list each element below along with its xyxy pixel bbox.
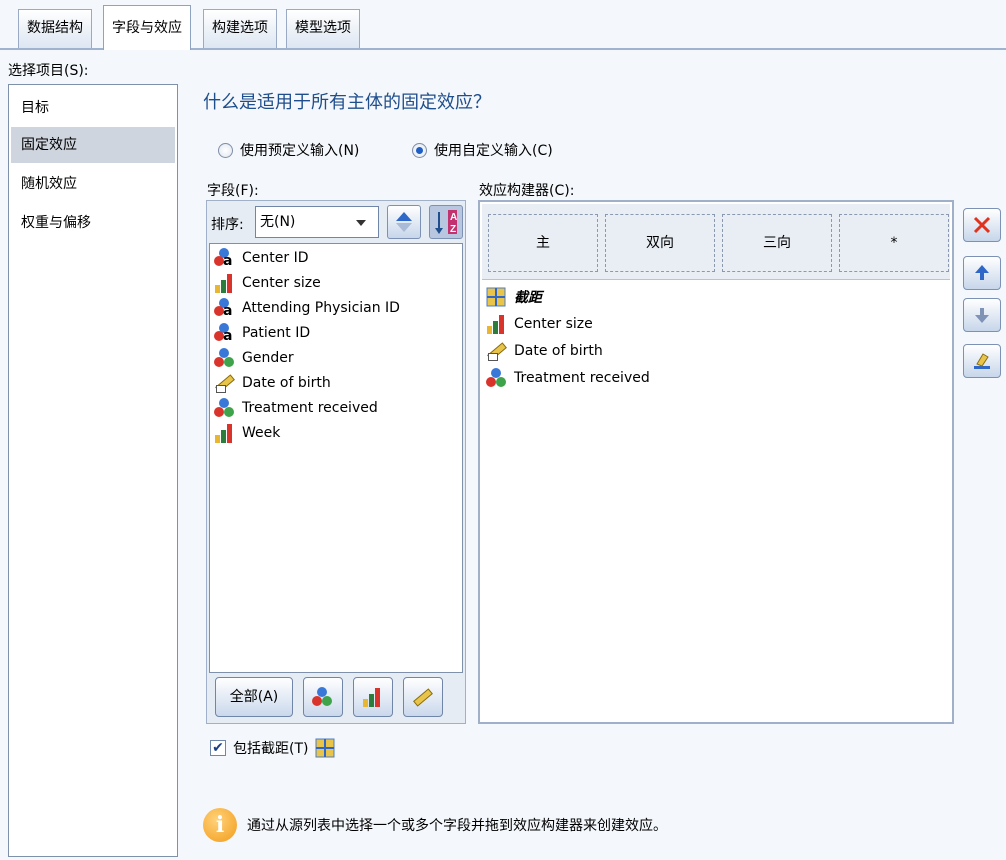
field-list[interactable]: a Center ID Center size a Attending Phys… xyxy=(209,243,463,673)
ordinal-icon xyxy=(486,314,508,334)
nominal-icon xyxy=(486,368,508,388)
sort-az-icon: A Z xyxy=(435,210,457,235)
tab-bar: 数据结构 字段与效应 构建选项 模型选项 xyxy=(0,0,1006,50)
scale-date-icon xyxy=(214,373,236,393)
select-item-label: 选择项目(S): xyxy=(8,63,89,79)
radio-custom-label: 使用自定义输入(C) xyxy=(434,143,553,159)
two-way-column[interactable]: 双向 xyxy=(605,214,715,272)
field-item-treatment-received[interactable]: Treatment received xyxy=(214,397,378,419)
effect-term-name: Center size xyxy=(514,316,593,332)
select-all-button[interactable]: 全部(A) xyxy=(215,677,293,717)
nominal-icon xyxy=(214,398,236,418)
ordinal-icon xyxy=(214,273,236,293)
effect-term-intercept[interactable]: 截距 xyxy=(486,285,542,309)
three-way-column[interactable]: 三向 xyxy=(722,214,832,272)
effect-term-name: Date of birth xyxy=(514,343,603,359)
field-name: Attending Physician ID xyxy=(242,300,400,316)
sort-value: 无(N) xyxy=(260,214,296,230)
field-name: Gender xyxy=(242,350,294,366)
nominal-string-icon: a xyxy=(214,323,236,344)
close-icon xyxy=(973,216,991,234)
include-intercept-checkbox[interactable]: ✔ 包括截距(T) xyxy=(210,738,337,758)
nominal-icon xyxy=(214,348,236,368)
field-item-patient-id[interactable]: a Patient ID xyxy=(214,322,310,344)
info-text: 通过从源列表中选择一个或多个字段并拖到效应构建器来创建效应。 xyxy=(247,818,667,834)
field-item-gender[interactable]: Gender xyxy=(214,347,294,369)
tab-data-structure[interactable]: 数据结构 xyxy=(18,9,92,48)
sort-alphabetical-button[interactable]: A Z xyxy=(429,205,463,239)
main-effect-column[interactable]: 主 xyxy=(488,214,598,272)
radio-predefined-label: 使用预定义输入(N) xyxy=(240,143,360,159)
filter-ordinal-button[interactable] xyxy=(353,677,393,717)
clear-terms-button[interactable] xyxy=(963,344,1001,378)
effect-term-center-size[interactable]: Center size xyxy=(486,312,593,336)
effect-term-date-of-birth[interactable]: Date of birth xyxy=(486,339,603,363)
custom-interaction-column[interactable]: * xyxy=(839,214,949,272)
arrow-up-icon xyxy=(975,265,989,280)
effect-builder-header: 主 双向 三向 * xyxy=(482,204,950,280)
field-item-week[interactable]: Week xyxy=(214,422,280,444)
sort-dropdown[interactable]: 无(N) xyxy=(255,206,379,238)
sort-direction-button[interactable] xyxy=(387,205,421,239)
filter-scale-button[interactable] xyxy=(403,677,443,717)
nominal-icon xyxy=(312,687,334,707)
ruler-icon xyxy=(412,687,434,707)
intercept-icon xyxy=(315,738,337,758)
radio-on-icon xyxy=(412,142,427,158)
effect-term-name: Treatment received xyxy=(514,370,650,386)
include-intercept-label: 包括截距(T) xyxy=(233,741,309,757)
fields-panel: 排序: 无(N) A Z a Center ID Center size a A… xyxy=(206,200,466,724)
svg-text:Z: Z xyxy=(450,224,456,235)
field-name: Center size xyxy=(242,275,321,291)
field-name: Week xyxy=(242,425,281,441)
field-name: Treatment received xyxy=(242,400,378,416)
info-icon: i xyxy=(203,808,237,842)
field-item-center-size[interactable]: Center size xyxy=(214,272,321,294)
scale-date-icon xyxy=(486,341,508,361)
radio-off-icon xyxy=(218,142,233,158)
svg-text:A: A xyxy=(450,212,457,223)
radio-custom-input[interactable]: 使用自定义输入(C) xyxy=(412,140,553,160)
nominal-string-icon: a xyxy=(214,248,236,269)
sidebar-item-weight-offset[interactable]: 权重与偏移 xyxy=(11,205,175,241)
sidebar-item-random-effects[interactable]: 随机效应 xyxy=(11,166,175,202)
fields-label: 字段(F): xyxy=(207,183,259,199)
sidebar-item-target[interactable]: 目标 xyxy=(11,90,175,126)
field-name: Patient ID xyxy=(242,325,311,341)
tab-build-options[interactable]: 构建选项 xyxy=(203,9,277,48)
field-item-center-id[interactable]: a Center ID xyxy=(214,247,308,269)
effect-term-treatment-received[interactable]: Treatment received xyxy=(486,366,650,390)
sidebar: 目标 固定效应 随机效应 权重与偏移 xyxy=(8,84,178,857)
move-down-button[interactable] xyxy=(963,298,1001,332)
radio-predefined-input[interactable]: 使用预定义输入(N) xyxy=(218,140,359,160)
arrow-down-icon xyxy=(975,308,989,323)
sidebar-item-fixed-effects[interactable]: 固定效应 xyxy=(11,127,175,163)
sort-label: 排序: xyxy=(211,217,244,233)
field-name: Center ID xyxy=(242,250,309,266)
eraser-icon xyxy=(974,353,990,369)
filter-nominal-button[interactable] xyxy=(303,677,343,717)
effect-builder-label: 效应构建器(C): xyxy=(479,183,575,199)
field-item-date-of-birth[interactable]: Date of birth xyxy=(214,372,331,394)
checkbox-checked-icon[interactable]: ✔ xyxy=(210,740,226,756)
sort-up-down-icon xyxy=(396,212,412,232)
move-up-button[interactable] xyxy=(963,256,1001,290)
delete-term-button[interactable] xyxy=(963,208,1001,242)
field-name: Date of birth xyxy=(242,375,331,391)
effect-builder[interactable]: 主 双向 三向 * 截距 Center size Date of birth T… xyxy=(478,200,954,724)
ordinal-icon xyxy=(214,423,236,443)
intercept-icon xyxy=(486,287,508,307)
info-message: i 通过从源列表中选择一个或多个字段并拖到效应构建器来创建效应。 xyxy=(203,808,667,842)
field-item-attending-physician-id[interactable]: a Attending Physician ID xyxy=(214,297,400,319)
ordinal-icon xyxy=(362,687,384,707)
effect-term-name: 截距 xyxy=(514,290,542,306)
tab-model-options[interactable]: 模型选项 xyxy=(286,9,360,48)
chevron-down-icon xyxy=(356,220,366,226)
nominal-string-icon: a xyxy=(214,298,236,319)
tab-fields-effects[interactable]: 字段与效应 xyxy=(103,5,191,50)
page-title: 什么是适用于所有主体的固定效应？ xyxy=(203,92,491,113)
